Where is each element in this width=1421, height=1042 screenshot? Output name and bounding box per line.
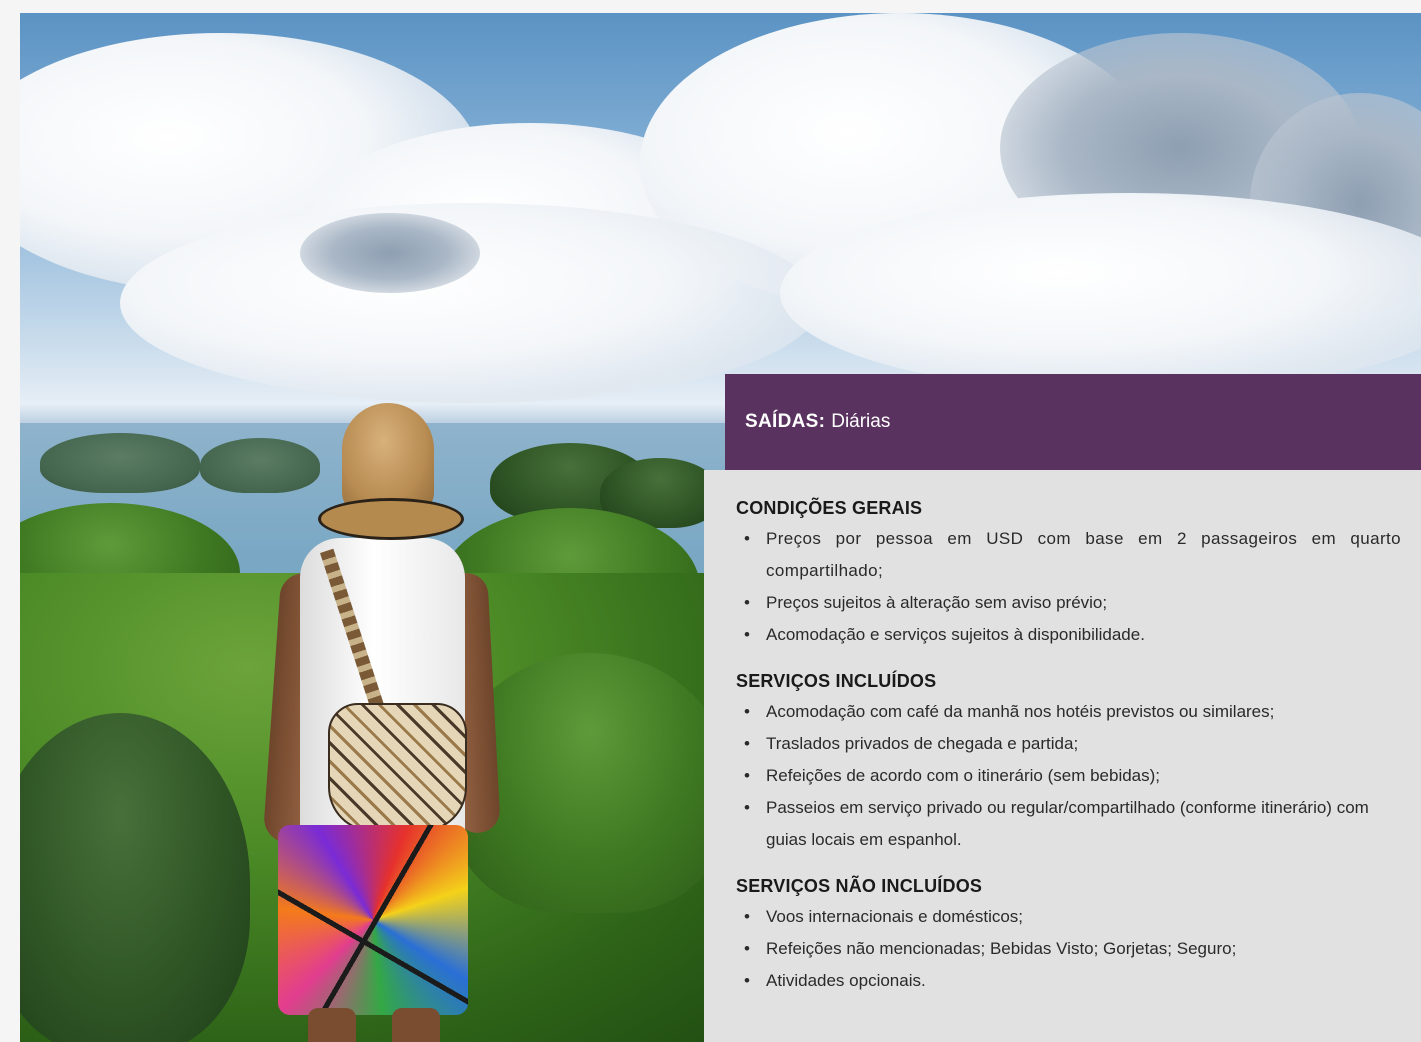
section-title: CONDIÇÕES GERAIS	[736, 498, 923, 518]
section-title: SERVIÇOS INCLUÍDOS	[736, 671, 937, 691]
section-not-included-services: SERVIÇOS NÃO INCLUÍDOS Voos internaciona…	[736, 876, 1401, 997]
cloud-shape	[120, 203, 820, 403]
section-general-conditions: CONDIÇÕES GERAIS Preços por pessoa em US…	[736, 498, 1401, 651]
list-item: Refeições não mencionadas; Bebidas Visto…	[736, 933, 1401, 965]
section-title: SERVIÇOS NÃO INCLUÍDOS	[736, 876, 983, 896]
cloud-shape	[780, 193, 1421, 393]
straw-hat-brim	[318, 498, 464, 540]
info-panel: CONDIÇÕES GERAIS Preços por pessoa em US…	[704, 470, 1421, 1042]
bullet-list: Voos internacionais e domésticos; Refeiç…	[736, 901, 1401, 997]
list-item: Refeições de acordo com o itinerário (se…	[736, 760, 1401, 792]
list-item: Traslados privados de chegada e partida;	[736, 728, 1401, 760]
straw-hat-crown	[342, 403, 434, 513]
cloud-shape	[300, 213, 480, 293]
woven-bag	[328, 703, 467, 832]
section-included-services: SERVIÇOS INCLUÍDOS Acomodação com café d…	[736, 671, 1401, 856]
departures-label: SAÍDAS:	[745, 411, 826, 432]
list-item: Passeios em serviço privado ou regular/c…	[736, 792, 1401, 856]
list-item: Acomodação com café da manhã nos hotéis …	[736, 696, 1401, 728]
patterned-shorts	[278, 825, 468, 1015]
bullet-list: Preços por pessoa em USD com base em 2 p…	[736, 523, 1401, 651]
list-item: Acomodação e serviços sujeitos à disponi…	[736, 619, 1401, 651]
departures-value: Diárias	[831, 411, 891, 432]
list-item: Preços sujeitos à alteração sem aviso pr…	[736, 587, 1401, 619]
island-shape	[40, 433, 200, 493]
right-leg	[392, 1008, 440, 1042]
bullet-list: Acomodação com café da manhã nos hotéis …	[736, 696, 1401, 856]
list-item: Preços por pessoa em USD com base em 2 p…	[736, 523, 1401, 587]
departures-bar: SAÍDAS: Diárias	[725, 374, 1421, 470]
island-shape	[200, 438, 320, 493]
list-item: Atividades opcionais.	[736, 965, 1401, 997]
list-item: Voos internacionais e domésticos;	[736, 901, 1401, 933]
page: SAÍDAS: Diárias CONDIÇÕES GERAIS Preços …	[0, 0, 1421, 1042]
left-leg	[308, 1008, 356, 1042]
